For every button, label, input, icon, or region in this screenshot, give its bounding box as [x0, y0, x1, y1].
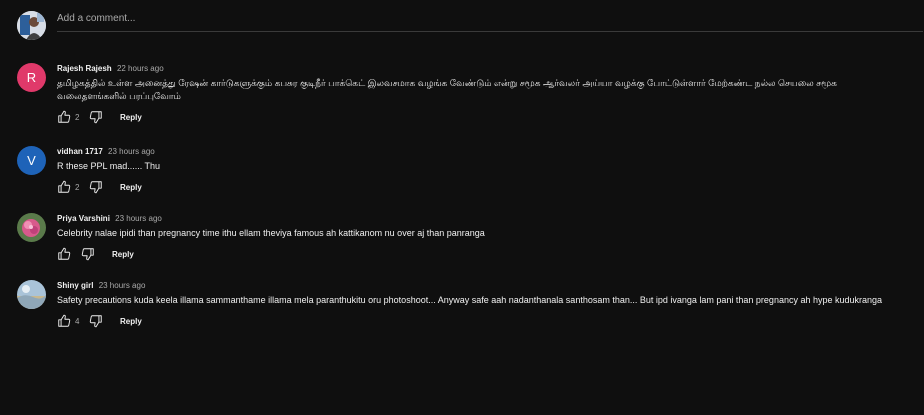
- dislike-icon[interactable]: [89, 110, 103, 124]
- dislike-icon[interactable]: [81, 247, 95, 261]
- dislike-icon[interactable]: [89, 314, 103, 328]
- add-comment-input[interactable]: Add a comment...: [57, 11, 923, 32]
- comment-actions: Reply: [57, 247, 917, 263]
- comment-author[interactable]: vidhan 1717: [57, 147, 103, 156]
- comment-author[interactable]: Shiny girl: [57, 281, 93, 290]
- avatar-letter: R: [26, 70, 37, 85]
- comment-time[interactable]: 23 hours ago: [115, 214, 162, 223]
- reply-button[interactable]: Reply: [120, 317, 142, 326]
- comment-text: Celebrity nalae ipidi than pregnancy tim…: [57, 228, 485, 238]
- comments-section: Add a comment... R Rajesh Rajesh 22 hour…: [0, 0, 924, 415]
- comment-author[interactable]: Priya Varshini: [57, 214, 110, 223]
- like-icon[interactable]: [57, 110, 71, 124]
- avatar[interactable]: R: [17, 63, 46, 92]
- comment-actions: 2 Reply: [57, 110, 917, 126]
- like-icon[interactable]: [57, 314, 71, 328]
- comment-actions: 2 Reply: [57, 180, 917, 196]
- reply-button[interactable]: Reply: [120, 113, 142, 122]
- like-icon[interactable]: [57, 247, 71, 261]
- like-icon[interactable]: [57, 180, 71, 194]
- avatar[interactable]: [17, 213, 46, 242]
- comment-text: R these PPL mad...... Thu: [57, 161, 161, 171]
- avatar[interactable]: V: [17, 146, 46, 175]
- reply-button[interactable]: Reply: [112, 250, 134, 259]
- reply-button[interactable]: Reply: [120, 183, 142, 192]
- comment-time[interactable]: 23 hours ago: [108, 147, 155, 156]
- dislike-icon[interactable]: [89, 180, 103, 194]
- comment-time[interactable]: 23 hours ago: [99, 281, 146, 290]
- comment-time[interactable]: 22 hours ago: [117, 64, 164, 73]
- avatar[interactable]: [17, 280, 46, 309]
- comment-author[interactable]: Rajesh Rajesh: [57, 64, 112, 73]
- like-count: 4: [75, 317, 80, 326]
- avatar-letter: V: [27, 153, 36, 168]
- current-user-avatar[interactable]: [17, 11, 46, 40]
- comment-text: தமிழகத்தில் உள்ள அனைத்து ரேஷன் கார்டுகளு…: [57, 78, 837, 101]
- comment-actions: 4 Reply: [57, 314, 917, 330]
- comment-text: Safety precautions kuda keela illama sam…: [57, 295, 883, 305]
- like-count: 2: [75, 113, 80, 122]
- add-comment-row: Add a comment...: [17, 11, 924, 41]
- like-count: 2: [75, 183, 80, 192]
